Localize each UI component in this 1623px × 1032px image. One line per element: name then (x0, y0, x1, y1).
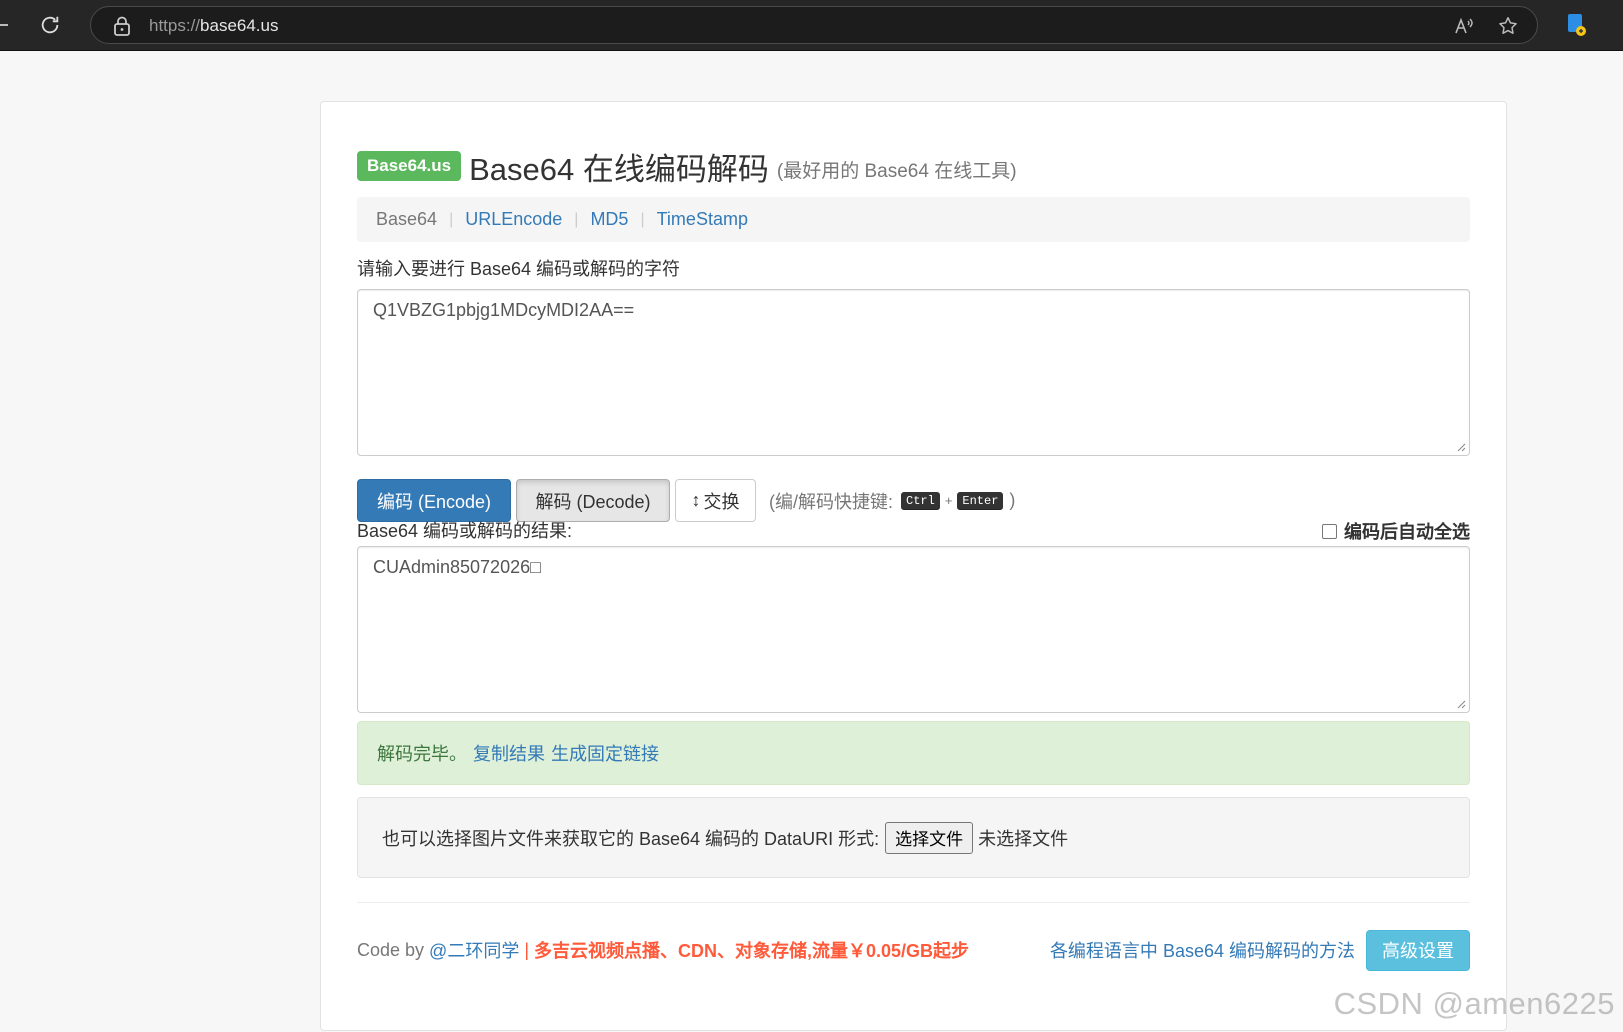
main-panel: Base64.us Base64 在线编码解码 (最好用的 Base64 在线工… (320, 101, 1507, 1031)
advanced-settings-button[interactable]: 高级设置 (1366, 929, 1470, 971)
watermark: CSDN @amen6225 (1333, 986, 1615, 1021)
input-textarea[interactable]: Q1VBZG1pbjg1MDcyMDI2AA== (357, 289, 1470, 456)
address-bar[interactable]: https://base64.us (90, 6, 1538, 44)
footer-pipe: | (524, 939, 530, 960)
footer-actions: 各编程语言中 Base64 编码解码的方法 高级设置 (1050, 928, 1470, 972)
resize-grip-icon[interactable] (1456, 699, 1466, 709)
file-label: 也可以选择图片文件来获取它的 Base64 编码的 DataURI 形式: (382, 828, 880, 849)
nav-item-md5[interactable]: MD5 (590, 209, 628, 230)
code-by-text: Code by (357, 939, 425, 960)
lock-icon[interactable] (113, 16, 131, 36)
shortcut-prefix: (编/解码快捷键: (769, 491, 893, 512)
key-ctrl: Ctrl (901, 491, 940, 510)
decode-button[interactable]: 解码 (Decode) (516, 479, 670, 522)
status-alert: 解码完毕。 复制结果 生成固定链接 (357, 721, 1470, 785)
nav-item-base64: Base64 (376, 209, 438, 229)
autoselect-checkbox[interactable]: 编码后自动全选 (1322, 518, 1470, 544)
read-aloud-icon[interactable] (1453, 15, 1475, 37)
shortcut-suffix: ) (1009, 490, 1016, 510)
title-text: Base64 在线编码解码 (469, 151, 769, 187)
file-status: 未选择文件 (978, 828, 1069, 849)
favorite-star-icon[interactable] (1497, 15, 1519, 37)
browser-toolbar: https://base64.us (0, 0, 1623, 51)
file-upload-well: 也可以选择图片文件来获取它的 Base64 编码的 DataURI 形式: 选择… (357, 797, 1470, 878)
checkbox-box[interactable] (1322, 523, 1337, 539)
permalink-link[interactable]: 生成固定链接 (551, 740, 659, 766)
result-header: Base64 编码或解码的结果: 编码后自动全选 (357, 517, 1470, 547)
subtitle-text: (最好用的 Base64 在线工具) (776, 160, 1017, 182)
swap-label: 交换 (703, 491, 740, 512)
footer-credits: Code by @二环同学 | 多吉云视频点播、CDN、对象存储,流量￥0.05… (357, 928, 969, 972)
nav-separator: | (574, 210, 579, 228)
result-text: CUAdmin85072026□ (373, 557, 541, 577)
result-textarea[interactable]: CUAdmin85072026□ (357, 546, 1470, 713)
result-label: Base64 编码或解码的结果: (357, 521, 573, 541)
url-scheme: https:// (149, 16, 201, 35)
copy-result-link[interactable]: 复制结果 (473, 740, 545, 766)
breadcrumb-nav: Base64 | URLEncode | MD5 | TimeStamp (357, 197, 1470, 242)
input-text: Q1VBZG1pbjg1MDcyMDI2AA== (373, 300, 635, 320)
extension-icon[interactable] (1566, 13, 1590, 37)
input-label: 请输入要进行 Base64 编码或解码的字符 (357, 259, 681, 279)
nav-item-timestamp[interactable]: TimeStamp (657, 209, 748, 230)
nav-item-urlencode[interactable]: URLEncode (465, 209, 562, 230)
nav-separator: | (640, 210, 645, 228)
shortcut-hint: (编/解码快捷键: Ctrl + Enter ) (769, 488, 1015, 514)
url-text: https://base64.us (149, 16, 278, 36)
nav-separator: | (449, 210, 454, 228)
methods-link[interactable]: 各编程语言中 Base64 编码解码的方法 (1050, 937, 1355, 963)
reload-icon[interactable] (38, 13, 62, 37)
key-plus: + (944, 493, 953, 508)
action-row: 编码 (Encode) 解码 (Decode) ↕ 交换 (编/解码快捷键: C… (357, 479, 1015, 522)
back-button-edge[interactable] (0, 24, 8, 26)
site-badge: Base64.us (357, 151, 462, 181)
page-title: Base64.us Base64 在线编码解码 (最好用的 Base64 在线工… (357, 146, 1017, 187)
autoselect-label[interactable]: 编码后自动全选 (1344, 518, 1470, 544)
url-host: base64.us (200, 16, 279, 35)
swap-arrows-icon: ↕ (691, 490, 701, 510)
choose-file-button[interactable]: 选择文件 (885, 821, 974, 854)
promo-link[interactable]: 多吉云视频点播、CDN、对象存储,流量￥0.05/GB起步 (534, 937, 969, 963)
swap-button[interactable]: ↕ 交换 (675, 479, 756, 522)
divider (357, 902, 1470, 903)
key-enter: Enter (957, 491, 1004, 510)
author-link[interactable]: @二环同学 (429, 937, 519, 963)
resize-grip-icon[interactable] (1456, 442, 1466, 452)
status-text: 解码完毕。 (377, 744, 467, 764)
encode-button[interactable]: 编码 (Encode) (357, 479, 511, 522)
